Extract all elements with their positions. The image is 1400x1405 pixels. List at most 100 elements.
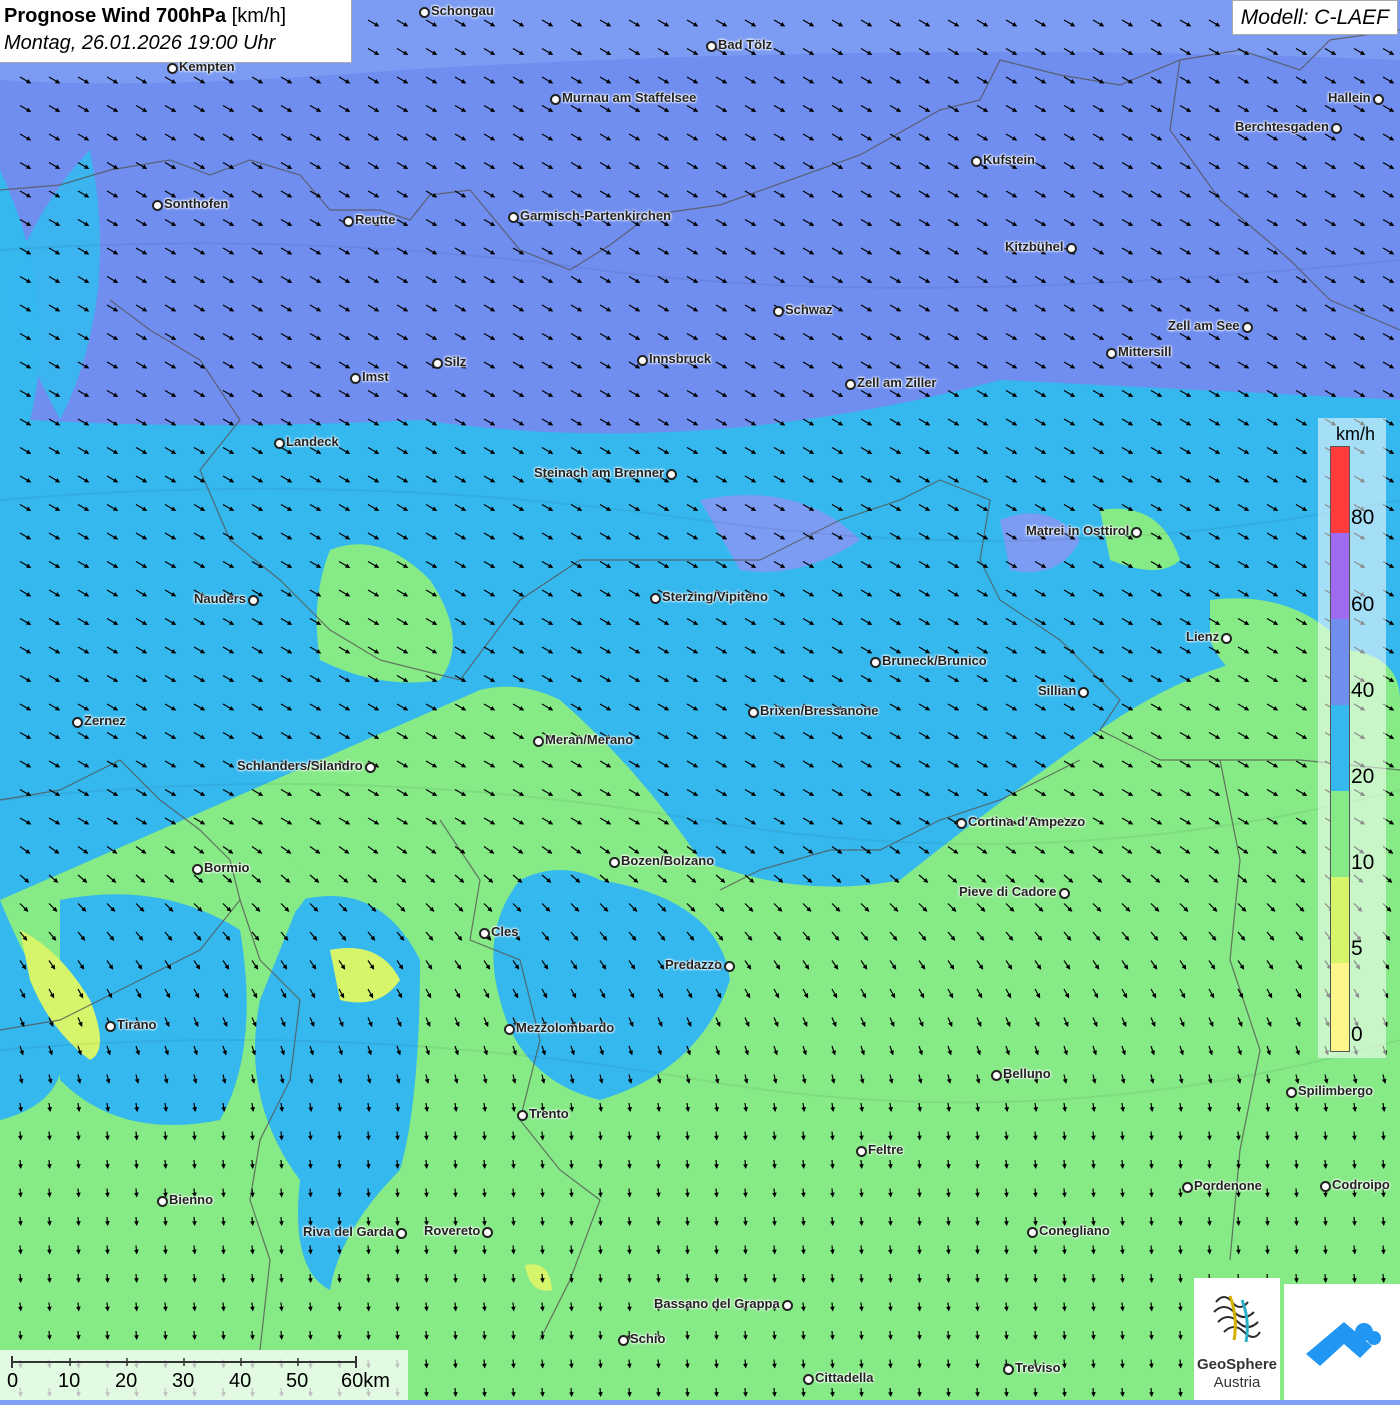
wind-arrow	[1380, 1159, 1386, 1169]
city-marker	[870, 657, 881, 668]
wind-arrow	[191, 1245, 197, 1255]
city-marker	[533, 736, 544, 747]
wind-arrow	[1264, 1245, 1270, 1255]
city-marker	[748, 707, 759, 718]
wind-arrow	[626, 1216, 632, 1226]
city-label: Cittadella	[815, 1370, 874, 1385]
city-label: Zell am See	[1168, 318, 1240, 333]
wind-arrow	[17, 1159, 23, 1169]
wind-arrow	[858, 1159, 864, 1169]
wind-arrow	[481, 1273, 487, 1283]
wind-arrow	[1148, 1273, 1154, 1283]
wind-arrow	[1090, 1330, 1096, 1340]
wind-arrow	[1032, 1245, 1038, 1255]
wind-arrow	[597, 1387, 603, 1397]
city-marker	[350, 373, 361, 384]
legend-seg-6	[1331, 877, 1349, 963]
city-marker	[274, 438, 285, 449]
wind-arrow	[974, 1359, 980, 1369]
wind-arrow	[1293, 1159, 1299, 1169]
wind-arrow	[46, 1273, 52, 1283]
wind-arrow	[1003, 1159, 1009, 1169]
wind-arrow	[742, 1131, 748, 1141]
city-marker	[782, 1300, 793, 1311]
geosphere-logo[interactable]: GeoSphere Austria	[1194, 1278, 1280, 1400]
wind-arrow	[423, 1273, 429, 1283]
wind-arrow	[713, 1359, 719, 1369]
wind-arrow	[771, 1387, 777, 1397]
wind-arrow	[1177, 1188, 1183, 1198]
wind-arrow	[1003, 1245, 1009, 1255]
wind-arrow	[510, 1216, 516, 1226]
scale-label-10: 10	[58, 1370, 81, 1392]
city-label: Bozen/Bolzano	[621, 853, 715, 868]
mountain-cloud-icon	[1306, 1322, 1381, 1366]
wind-arrow	[46, 1330, 52, 1340]
wind-arrow	[278, 1273, 284, 1283]
wind-arrow	[1061, 1159, 1067, 1169]
wind-arrow	[1235, 1131, 1241, 1141]
wind-arrow	[800, 1245, 806, 1255]
wind-arrow	[365, 1245, 371, 1255]
city-label: Pordenone	[1194, 1178, 1262, 1193]
wind-arrow	[684, 1273, 690, 1283]
wind-arrow	[568, 1330, 574, 1340]
app-logo[interactable]	[1284, 1284, 1400, 1400]
wind-arrow	[1380, 1131, 1386, 1141]
wind-arrow	[249, 1131, 255, 1141]
wind-arrow	[104, 1131, 110, 1141]
wind-arrow	[713, 1273, 719, 1283]
wind-arrow	[742, 1273, 748, 1283]
wind-arrow	[771, 1330, 777, 1340]
wind-arrow	[17, 1302, 23, 1312]
city-marker	[152, 200, 163, 211]
wind-arrow	[104, 1273, 110, 1283]
wind-arrow	[17, 1245, 23, 1255]
wind-arrow	[1177, 1387, 1183, 1397]
legend-seg-3	[1331, 619, 1349, 705]
wind-arrow	[945, 1159, 951, 1169]
wind-arrow	[974, 1387, 980, 1397]
city-marker	[157, 1196, 168, 1207]
wind-arrow	[191, 1273, 197, 1283]
wind-arrow	[684, 1245, 690, 1255]
legend-tick-20: 20	[1351, 765, 1375, 788]
wind-arrow	[1090, 1387, 1096, 1397]
city-label: Treviso	[1015, 1360, 1061, 1375]
wind-arrow	[365, 1159, 371, 1169]
legend-tick-80: 80	[1351, 506, 1375, 529]
city-marker	[956, 818, 967, 829]
scale-label-60km: 60km	[341, 1370, 390, 1392]
city-marker	[706, 41, 717, 52]
wind-arrow	[1206, 1216, 1212, 1226]
city-label: Trento	[529, 1106, 569, 1121]
wind-arrow	[1148, 1131, 1154, 1141]
city-label: Belluno	[1003, 1066, 1051, 1081]
wind-arrow	[336, 1245, 342, 1255]
wind-arrow	[800, 1359, 806, 1369]
city-label: Bormio	[204, 860, 250, 875]
wind-arrow	[1090, 1159, 1096, 1169]
wind-arrow	[220, 1273, 226, 1283]
city-label: Feltre	[868, 1142, 904, 1157]
wind-arrow	[162, 1273, 168, 1283]
legend-seg-2	[1331, 533, 1349, 619]
wind-arrow	[1235, 1216, 1241, 1226]
wind-arrow	[771, 1188, 777, 1198]
city-marker	[991, 1070, 1002, 1081]
city-marker	[1078, 687, 1089, 698]
wind-arrow	[1090, 1359, 1096, 1369]
wind-arrow	[974, 1245, 980, 1255]
wind-arrow	[1061, 1359, 1067, 1369]
city-marker	[1320, 1181, 1331, 1192]
wind-arrow	[1119, 1330, 1125, 1340]
wind-arrow	[481, 1387, 487, 1397]
city-label: Hallein	[1328, 90, 1371, 105]
city-marker	[666, 469, 677, 480]
wind-arrow	[1351, 1131, 1357, 1141]
wind-arrow	[1003, 1188, 1009, 1198]
wind-arrow	[655, 1131, 661, 1141]
legend-tick-40: 40	[1351, 679, 1375, 702]
wind-arrow	[249, 1216, 255, 1226]
wind-arrow	[742, 1359, 748, 1369]
